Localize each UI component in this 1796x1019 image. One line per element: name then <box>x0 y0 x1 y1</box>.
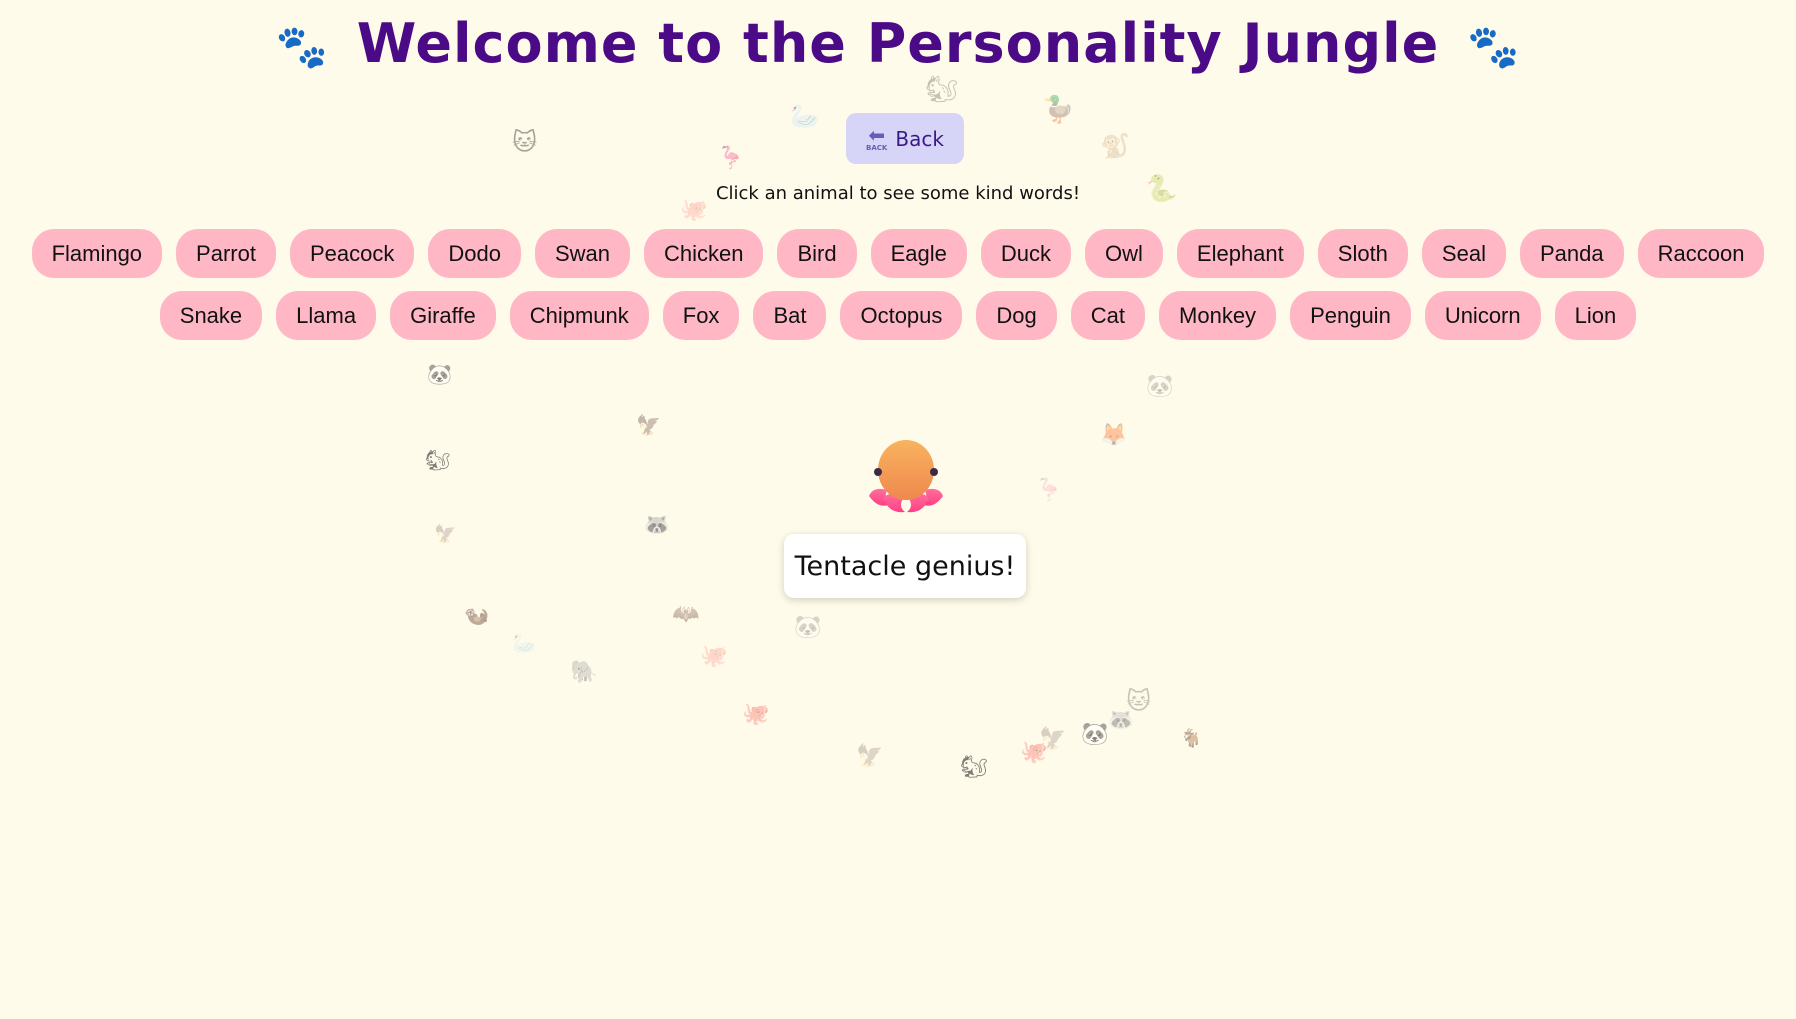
animal-button-dodo[interactable]: Dodo <box>428 229 521 278</box>
animal-button-bat[interactable]: Bat <box>753 291 827 340</box>
background-animal-icon: 🐿 <box>960 755 988 780</box>
animal-button-seal[interactable]: Seal <box>1421 229 1506 278</box>
animal-button-octopus[interactable]: Octopus <box>840 291 963 340</box>
animal-button-raccoon[interactable]: Raccoon <box>1637 229 1765 278</box>
animal-button-lion[interactable]: Lion <box>1554 291 1637 340</box>
animal-button-snake[interactable]: Snake <box>159 291 263 340</box>
animal-button-unicorn[interactable]: Unicorn <box>1424 291 1541 340</box>
animal-button-parrot[interactable]: Parrot <box>176 229 276 278</box>
background-animal-icon: 🐙 <box>1020 740 1048 765</box>
animal-button-bird[interactable]: Bird <box>777 229 857 278</box>
background-animal-icon: 🐼 <box>794 615 822 640</box>
animal-button-duck[interactable]: Duck <box>980 229 1072 278</box>
octopus-icon <box>869 440 943 513</box>
background-animal-icon: 🦅 <box>636 413 661 437</box>
animal-button-swan[interactable]: Swan <box>534 229 630 278</box>
background-animal-icon: 🦦 <box>464 603 489 627</box>
background-animal-icon: 🐙 <box>742 702 770 727</box>
back-button-label: Back <box>895 126 944 151</box>
animal-buttons-row-1: Flamingo Parrot Peacock Dodo Swan Chicken Bird… <box>0 229 1796 278</box>
animal-button-peacock[interactable]: Peacock <box>289 229 415 278</box>
animal-button-owl[interactable]: Owl <box>1085 229 1163 278</box>
animal-button-cat[interactable]: Cat <box>1070 291 1146 340</box>
back-button[interactable]: ⬅ BACK Back <box>846 113 964 164</box>
animal-button-chicken[interactable]: Chicken <box>644 229 764 278</box>
animal-button-monkey[interactable]: Monkey <box>1159 291 1277 340</box>
animal-button-elephant[interactable]: Elephant <box>1176 229 1304 278</box>
kind-words-message: Tentacle genius! <box>784 534 1026 598</box>
animal-button-dog[interactable]: Dog <box>976 291 1057 340</box>
background-animal-icon: 🦆 <box>1042 95 1075 125</box>
background-animal-icon: 🦊 <box>1100 423 1128 448</box>
background-animal-icon: 🐿 <box>425 448 451 472</box>
animal-button-fox[interactable]: Fox <box>662 291 740 340</box>
animal-button-chipmunk[interactable]: Chipmunk <box>509 291 649 340</box>
paw-prints-icon: 🐾 <box>1467 22 1521 72</box>
animal-button-sloth[interactable]: Sloth <box>1317 229 1408 278</box>
background-animal-icon: 🐼 <box>1081 722 1109 747</box>
animal-button-penguin[interactable]: Penguin <box>1290 291 1411 340</box>
animal-button-giraffe[interactable]: Giraffe <box>390 291 496 340</box>
background-animal-icon: 🦝 <box>1107 708 1135 733</box>
background-animal-icon: 🦢 <box>790 102 820 130</box>
animal-button-flamingo[interactable]: Flamingo <box>31 229 163 278</box>
background-animal-icon: 🐱 <box>512 128 538 156</box>
background-animal-icon: 🐒 <box>1100 132 1130 160</box>
page-title-text: Welcome to the Personality Jungle <box>356 12 1440 75</box>
background-animal-icon: 🐙 <box>700 644 728 669</box>
back-arrow-icon: ⬅ BACK <box>866 123 888 152</box>
instruction-text: Click an animal to see some kind words! <box>715 183 1081 204</box>
background-animal-icon: 🦅 <box>434 524 457 545</box>
background-animal-icon: 🐿 <box>925 75 959 105</box>
page-title: 🐾 Welcome to the Personality Jungle 🐾 <box>0 12 1796 75</box>
animal-button-llama[interactable]: Llama <box>276 291 377 340</box>
background-animal-icon: 🦩 <box>717 146 745 171</box>
background-animal-icon: 🦅 <box>1039 727 1067 752</box>
background-animal-icon: 🦢 <box>512 631 537 655</box>
background-animal-icon: 🐘 <box>570 660 598 685</box>
background-animal-icon: 🐐 <box>1180 728 1203 749</box>
animal-buttons-row-2: Snake Llama Giraffe Chipmunk Fox Bat Octopus Do… <box>0 291 1796 340</box>
animal-button-eagle[interactable]: Eagle <box>870 229 967 278</box>
background-animal-icon: 🦇 <box>672 602 700 627</box>
animal-button-panda[interactable]: Panda <box>1519 229 1624 278</box>
background-animal-icon: 🦝 <box>643 513 671 538</box>
background-animal-icon: 🦅 <box>856 744 884 769</box>
background-animal-icon: 🦩 <box>1035 478 1063 503</box>
paw-prints-icon: 🐾 <box>275 22 329 72</box>
background-animal-icon: 🐱 <box>1126 687 1152 715</box>
background-animal-icon: 🐼 <box>1146 374 1174 399</box>
background-animal-icon: 🐼 <box>427 362 452 386</box>
